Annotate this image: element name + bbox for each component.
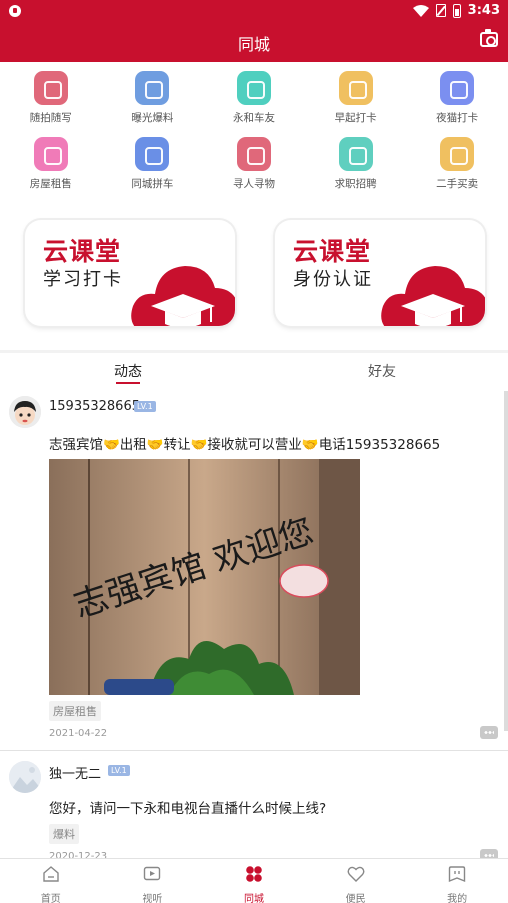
- post-content: 志强宾馆🤝出租🤝转让🤝接收就可以营业🤝电话15935328665: [49, 437, 441, 453]
- banner-title: 云课堂: [293, 237, 372, 266]
- city-icon: [246, 866, 262, 882]
- nav-item-profile[interactable]: 我的: [406, 859, 508, 903]
- post-username[interactable]: 独一无二: [49, 763, 101, 782]
- wifi-icon: [412, 4, 429, 17]
- avatar[interactable]: [9, 396, 41, 428]
- quick-action-early-checkin[interactable]: 早起打卡: [305, 71, 407, 129]
- nav-item-services[interactable]: 便民: [305, 859, 407, 903]
- quick-action-car-friends[interactable]: 永和车友: [203, 71, 305, 129]
- banner-title: 云课堂: [43, 237, 122, 266]
- car-friends-icon: [236, 71, 271, 105]
- battery-icon: [452, 3, 461, 18]
- landscape-avatar-icon: [9, 761, 41, 793]
- status-time: 3:43: [467, 3, 500, 18]
- quick-action-expose[interactable]: 曝光爆料: [102, 71, 204, 129]
- banner-identity-verification[interactable]: 云课堂 身份认证: [275, 220, 485, 326]
- no-sim-icon: [435, 4, 446, 17]
- post-image[interactable]: 志强宾馆 欢迎您: [49, 459, 360, 695]
- camera-icon[interactable]: [480, 29, 498, 47]
- cartoon-avatar-icon: [9, 396, 41, 428]
- post-tag[interactable]: 房屋租售: [49, 701, 101, 721]
- quick-action-housing[interactable]: 房屋租售: [0, 137, 102, 195]
- level-badge: LV.1: [108, 765, 130, 776]
- home-icon: [43, 866, 59, 882]
- graduation-cloud-icon: [381, 266, 485, 326]
- graduation-cloud-icon: [131, 266, 235, 326]
- trade-icon: [440, 137, 475, 171]
- banner-subtitle: 身份认证: [293, 269, 373, 290]
- quick-action-night-checkin[interactable]: 夜猫打卡: [406, 71, 508, 129]
- level-badge: LV.1: [134, 401, 156, 412]
- house-icon: [33, 137, 68, 171]
- siren-icon: [135, 71, 170, 105]
- sun-icon: [338, 71, 373, 105]
- profile-icon: [448, 866, 466, 883]
- quick-action-lost-found[interactable]: 寻人寻物: [203, 137, 305, 195]
- nav-item-home[interactable]: 首页: [0, 859, 102, 903]
- camera-icon: [33, 71, 68, 105]
- page-title: 同城: [237, 35, 270, 54]
- feed-panel: 动态 好友 15935328665 LV.1 志强宾馆🤝出租🤝转让🤝接收就可以营…: [0, 353, 508, 862]
- banner-study-checkin[interactable]: 云课堂 学习打卡: [25, 220, 235, 326]
- nav-item-city[interactable]: 同城: [203, 859, 305, 903]
- quick-action-carpool[interactable]: 同城拼车: [102, 137, 204, 195]
- scrollbar[interactable]: [504, 391, 508, 731]
- job-icon: [338, 137, 373, 171]
- post-date: 2021-04-22: [49, 728, 108, 739]
- carpool-icon: [135, 137, 170, 171]
- quick-action-jobs[interactable]: 求职招聘: [305, 137, 407, 195]
- nav-item-video[interactable]: 视听: [102, 859, 204, 903]
- status-bar: 3:43: [0, 0, 508, 22]
- tab-dynamic[interactable]: 动态: [114, 361, 142, 381]
- post-content: 您好，请问一下永和电视台直播什么时候上线?: [49, 801, 327, 817]
- more-icon[interactable]: [480, 726, 498, 739]
- active-tab-indicator: [116, 382, 140, 384]
- post-tag[interactable]: 爆料: [49, 824, 79, 844]
- banner-subtitle: 学习打卡: [43, 269, 123, 290]
- hotel-sign-photo: 志强宾馆 欢迎您: [49, 459, 360, 695]
- search-person-icon: [236, 137, 271, 171]
- bottom-nav: 首页 视听 同城 便民 我的: [0, 858, 508, 903]
- quick-action-second-hand[interactable]: 二手买卖: [406, 137, 508, 195]
- post-divider: [0, 750, 508, 751]
- avatar[interactable]: [9, 761, 41, 793]
- tab-friends[interactable]: 好友: [368, 361, 396, 381]
- title-bar: 同城: [0, 22, 508, 62]
- quick-action-grid: 随拍随写 曝光爆料 永和车友 早起打卡 夜猫打卡 房屋租售 同城拼车 寻人寻物 …: [0, 71, 508, 195]
- moon-icon: [440, 71, 475, 105]
- post-username[interactable]: 15935328665: [49, 399, 140, 414]
- video-icon: [144, 866, 161, 881]
- app-notification-icon: [9, 5, 21, 17]
- quick-action-photo[interactable]: 随拍随写: [0, 71, 102, 129]
- feature-panel: 随拍随写 曝光爆料 永和车友 早起打卡 夜猫打卡 房屋租售 同城拼车 寻人寻物 …: [0, 62, 508, 350]
- heart-icon: [347, 866, 365, 882]
